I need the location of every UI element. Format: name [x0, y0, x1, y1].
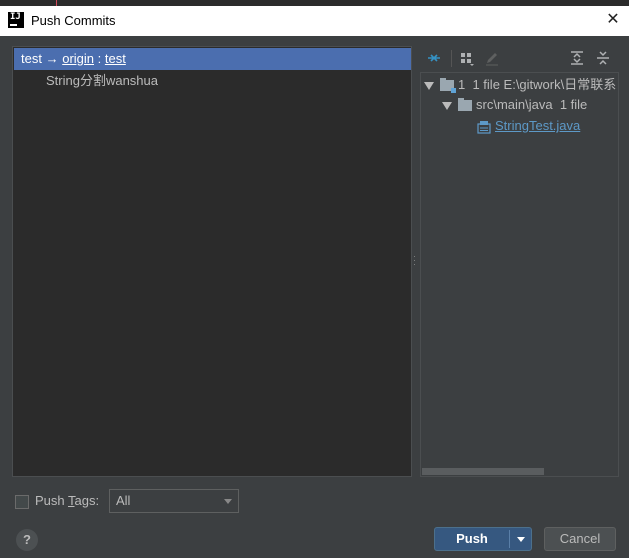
module-folder-icon — [440, 78, 456, 94]
root-summary: 1 file E:\gitwork\日常联系 — [472, 77, 617, 92]
java-class-icon — [477, 120, 491, 134]
dir-path: src\main\java — [476, 97, 553, 112]
remote-link[interactable]: origin — [62, 51, 94, 66]
chevron-down-icon — [224, 499, 232, 504]
collapse-all-icon[interactable] — [594, 49, 612, 67]
group-by-icon[interactable] — [458, 49, 476, 67]
commits-tree: test → origin : test String分割wanshua — [12, 46, 412, 477]
push-options-dropdown-icon[interactable] — [510, 528, 532, 550]
push-tags-checkbox[interactable] — [15, 495, 29, 509]
footer-options: Push Tags: All — [0, 487, 629, 517]
tags-select[interactable]: All — [109, 489, 239, 513]
edit-icon[interactable] — [483, 49, 501, 67]
tree-dir-row[interactable]: src\main\java 1 file — [442, 95, 587, 115]
expand-triangle-icon[interactable] — [442, 101, 452, 110]
changed-file-link[interactable]: StringTest.java — [495, 118, 580, 133]
branch-separator: : — [94, 51, 105, 66]
tree-file-row[interactable]: StringTest.java — [477, 116, 580, 136]
folder-icon — [458, 98, 472, 112]
panel-splitter-handle[interactable]: · · · — [413, 252, 417, 269]
expand-arrows-icon[interactable] — [425, 49, 443, 67]
window-title: Push Commits — [31, 13, 116, 28]
dir-summary: 1 file — [559, 97, 588, 112]
target-branch-link[interactable]: test — [105, 51, 126, 66]
tags-select-value: All — [116, 493, 131, 508]
help-button[interactable]: ? — [16, 529, 38, 551]
branch-push-row[interactable]: test → origin : test — [14, 48, 411, 70]
push-button-label: Push — [456, 531, 488, 546]
title-bar: IJ Push Commits ✕ — [0, 6, 629, 36]
intellij-app-icon: IJ — [8, 12, 24, 28]
local-branch: test — [21, 51, 42, 66]
commit-item[interactable]: String分割wanshua — [46, 70, 158, 92]
expand-all-icon[interactable] — [568, 49, 586, 67]
expand-triangle-icon[interactable] — [424, 81, 434, 90]
push-button[interactable]: Push — [434, 527, 532, 551]
root-count: 1 — [458, 77, 466, 92]
changed-files-tree: 1 1 file E:\gitwork\日常联系 src\main\java 1… — [420, 72, 619, 477]
toolbar-separator — [451, 50, 452, 67]
close-icon[interactable]: ✕ — [603, 10, 623, 30]
tree-root-row[interactable]: 1 1 file E:\gitwork\日常联系 — [424, 75, 616, 95]
cancel-button[interactable]: Cancel — [544, 527, 616, 551]
arrow-icon: → — [45, 51, 59, 66]
changes-toolbar — [420, 46, 619, 72]
push-tags-label: Push Tags: — [35, 493, 100, 508]
horizontal-scrollbar[interactable] — [422, 468, 544, 475]
